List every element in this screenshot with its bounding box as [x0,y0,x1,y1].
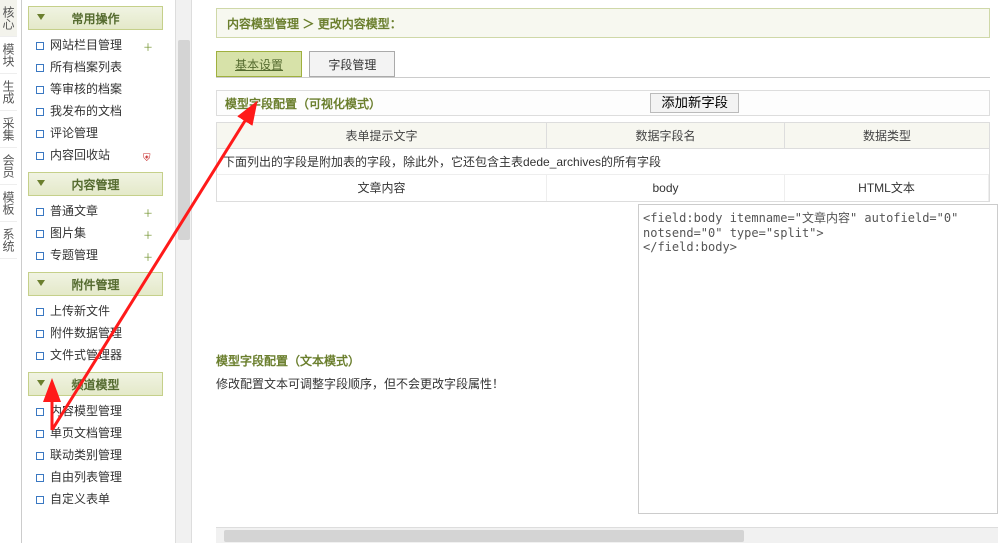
sidebar-item-label: 附件数据管理 [50,326,122,340]
sidebar-item-label: 我发布的文档 [50,104,122,118]
tab-fields[interactable]: 字段管理 [309,51,395,77]
sidebar-item-special[interactable]: 专题管理 ＋ [36,244,163,266]
plus-icon: ＋ [143,38,155,50]
sidebar-item-label: 等审核的档案 [50,82,122,96]
sidebar-item-article[interactable]: 普通文章 ＋ [36,200,163,222]
sidebar-item-pending[interactable]: 等审核的档案 [36,78,163,100]
sidebar-item-columns[interactable]: 网站栏目管理 ＋ [36,34,163,56]
breadcrumb-a[interactable]: 内容模型管理 [227,17,299,31]
vnav-item[interactable]: 模板 [0,185,17,222]
sidebar-group-common[interactable]: 常用操作 [28,6,163,30]
sidebar-item-singlepage[interactable]: 单页文档管理 [36,422,163,444]
grid-note: 下面列出的字段是附加表的字段，除此外，它还包含主表dede_archives的所… [217,149,989,175]
sidebar-item-label: 联动类别管理 [50,448,122,462]
sidebar-item-label: 自定义表单 [50,492,110,506]
tab-basic[interactable]: 基本设置 [216,51,302,77]
sidebar: 常用操作 网站栏目管理 ＋ 所有档案列表 等审核的档案 我发布的文档 评论管理 … [28,0,163,543]
sidebar-item-filemgr[interactable]: 文件式管理器 [36,344,163,366]
vnav-item[interactable]: 模块 [0,37,17,74]
sidebar-item-recycle[interactable]: 内容回收站 ⛨ [36,144,163,166]
vnav-item[interactable]: 生成 [0,74,17,111]
grid-cell-name: body [547,175,785,201]
sidebar-item-mydocs[interactable]: 我发布的文档 [36,100,163,122]
vnav-item[interactable]: 核心 [0,0,17,37]
sidebar-item-comments[interactable]: 评论管理 [36,122,163,144]
sidebar-group-label: 频道模型 [71,378,119,392]
vertical-nav: 核心 模块 生成 采集 会员 模板 系统 [0,0,22,543]
breadcrumb: 内容模型管理 ＞ 更改内容模型： [216,8,990,38]
breadcrumb-sep: ＞ [302,17,314,31]
sidebar-group-label: 常用操作 [71,12,119,26]
sidebar-item-attach-data[interactable]: 附件数据管理 [36,322,163,344]
grid-cell-type: HTML文本 [785,175,989,201]
grid-header-label: 表单提示文字 [217,123,547,149]
scrollbar-horizontal[interactable] [216,527,998,543]
field-grid: 表单提示文字 数据字段名 数据类型 下面列出的字段是附加表的字段，除此外，它还包… [216,122,990,202]
chevron-down-icon [37,180,45,186]
vnav-item[interactable]: 采集 [0,111,17,148]
sidebar-item-label: 自由列表管理 [50,470,122,484]
chevron-down-icon [37,380,45,386]
sidebar-item-label: 单页文档管理 [50,426,122,440]
plus-icon: ＋ [143,204,155,216]
visual-config-bar: 模型字段配置（可视化模式） 添加新字段 [216,90,990,116]
sidebar-item-all-archives[interactable]: 所有档案列表 [36,56,163,78]
grid-cell-label: 文章内容 [217,175,547,201]
field-code-textarea[interactable]: <field:body itemname="文章内容" autofield="0… [638,204,998,514]
chevron-down-icon [37,280,45,286]
vnav-item[interactable]: 会员 [0,148,17,185]
visual-config-title: 模型字段配置（可视化模式） [217,97,381,111]
shield-icon: ⛨ [143,148,155,160]
plus-icon: ＋ [143,226,155,238]
sidebar-item-label: 文件式管理器 [50,348,122,362]
grid-header-type: 数据类型 [785,123,989,149]
sidebar-item-label: 内容回收站 [50,148,110,162]
sidebar-item-label: 专题管理 [50,248,98,262]
sidebar-item-diyform[interactable]: 自定义表单 [36,488,163,510]
main-panel: 内容模型管理 ＞ 更改内容模型： 基本设置 字段管理 模型字段配置（可视化模式）… [175,0,998,543]
sidebar-item-gallery[interactable]: 图片集 ＋ [36,222,163,244]
sidebar-item-upload[interactable]: 上传新文件 [36,300,163,322]
add-field-button[interactable]: 添加新字段 [650,93,739,113]
grid-header-name: 数据字段名 [547,123,785,149]
sidebar-item-model-mgmt[interactable]: 内容模型管理 [36,400,163,422]
sidebar-group-content[interactable]: 内容管理 [28,172,163,196]
plus-icon: ＋ [143,248,155,260]
sidebar-item-label: 评论管理 [50,126,98,140]
tabs: 基本设置 字段管理 [216,50,990,78]
vnav-item[interactable]: 系统 [0,222,17,259]
chevron-down-icon [37,14,45,20]
sidebar-item-label: 网站栏目管理 [50,38,122,52]
sidebar-item-linkage[interactable]: 联动类别管理 [36,444,163,466]
sidebar-item-label: 所有档案列表 [50,60,122,74]
sidebar-item-label: 内容模型管理 [50,404,122,418]
sidebar-group-label: 内容管理 [71,178,119,192]
sidebar-group-label: 附件管理 [71,278,119,292]
sidebar-item-label: 普通文章 [50,204,98,218]
sidebar-item-freelist[interactable]: 自由列表管理 [36,466,163,488]
breadcrumb-b: 更改内容模型： [318,17,402,31]
sidebar-item-label: 上传新文件 [50,304,110,318]
sidebar-group-attach[interactable]: 附件管理 [28,272,163,296]
sidebar-item-label: 图片集 [50,226,86,240]
sidebar-group-channel[interactable]: 频道模型 [28,372,163,396]
